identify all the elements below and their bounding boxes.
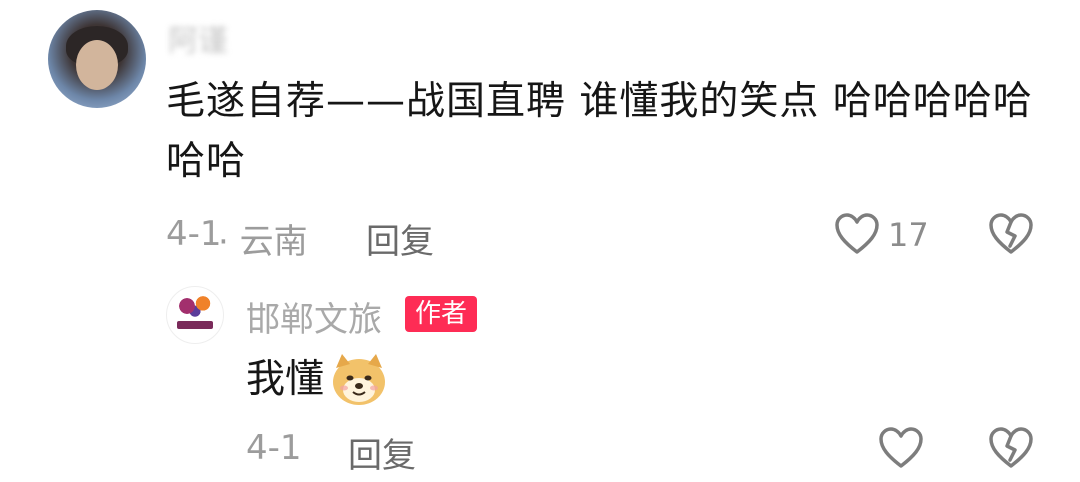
reply-button[interactable]: 回复 xyxy=(366,214,434,263)
author-avatar[interactable] xyxy=(166,286,224,344)
reply-username[interactable]: 邯郸文旅 xyxy=(246,292,382,341)
author-badge: 作者 xyxy=(405,296,478,332)
reply-date: 4-1 xyxy=(246,428,302,468)
logo-wordmark xyxy=(177,321,213,329)
logo-icon xyxy=(175,293,215,319)
heart-outline-icon[interactable] xyxy=(834,212,880,256)
reply-text: 我懂 xyxy=(246,357,325,402)
avatar-face xyxy=(76,40,118,90)
broken-heart-icon[interactable] xyxy=(988,426,1034,470)
heart-outline-icon[interactable] xyxy=(878,426,924,470)
commenter-username[interactable]: 阿谨 xyxy=(168,16,228,60)
like-count: 17 xyxy=(888,216,929,254)
comment-date: 4-1 xyxy=(166,214,222,254)
reply-to-reply-button[interactable]: 回复 xyxy=(348,428,416,477)
commenter-avatar[interactable] xyxy=(48,10,146,108)
comment: 阿谨 毛遂自荐——战国直聘 谁懂我的笑点 哈哈哈哈哈哈哈 4-1 · 云南 回复… xyxy=(0,0,1080,270)
doge-emoji-icon xyxy=(333,354,385,405)
comment-location: · 云南 xyxy=(218,222,308,262)
comment-text: 毛遂自荐——战国直聘 谁懂我的笑点 哈哈哈哈哈哈哈 xyxy=(166,79,1033,184)
broken-heart-icon[interactable] xyxy=(988,212,1034,256)
